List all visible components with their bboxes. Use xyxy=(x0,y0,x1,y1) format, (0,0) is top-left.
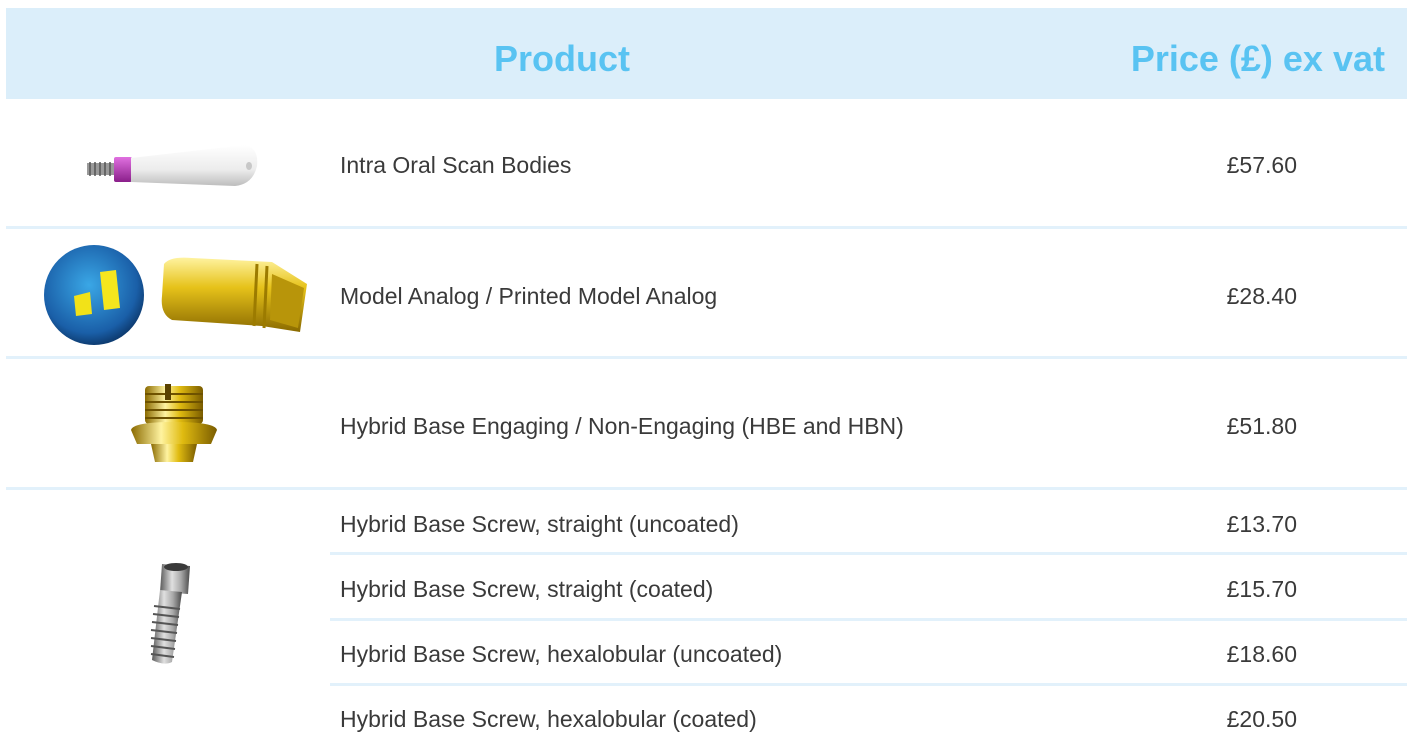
product-name: Intra Oral Scan Bodies xyxy=(340,152,572,178)
product-price: £15.70 xyxy=(1226,576,1297,602)
product-name: Hybrid Base Screw, hexalobular (uncoated… xyxy=(340,641,783,667)
row-divider xyxy=(6,487,1407,490)
product-name: Hybrid Base Screw, hexalobular (coated) xyxy=(340,706,757,732)
scan-body-image xyxy=(85,140,260,205)
table-header: Product Price (£) ex vat xyxy=(6,8,1407,99)
product-name: Hybrid Base Screw, straight (uncoated) xyxy=(340,511,739,537)
row-divider xyxy=(330,683,1407,686)
screw-image xyxy=(138,560,198,675)
model-analog-image xyxy=(42,244,312,351)
row-divider xyxy=(330,618,1407,621)
row-divider xyxy=(6,356,1407,359)
product-price: £13.70 xyxy=(1226,511,1297,537)
product-price: £51.80 xyxy=(1226,413,1297,439)
row-divider xyxy=(330,552,1407,555)
product-column-header: Product xyxy=(494,38,631,79)
product-price: £28.40 xyxy=(1226,283,1297,309)
hybrid-base-image xyxy=(127,382,222,472)
product-price: £57.60 xyxy=(1226,152,1297,178)
product-price: £18.60 xyxy=(1226,641,1297,667)
row-divider xyxy=(6,226,1407,229)
product-name: Hybrid Base Engaging / Non-Engaging (HBE… xyxy=(340,413,904,439)
product-name: Model Analog / Printed Model Analog xyxy=(340,283,718,309)
product-price: £20.50 xyxy=(1226,706,1297,732)
product-name: Hybrid Base Screw, straight (coated) xyxy=(340,576,714,602)
price-column-header: Price (£) ex vat xyxy=(1130,38,1385,79)
